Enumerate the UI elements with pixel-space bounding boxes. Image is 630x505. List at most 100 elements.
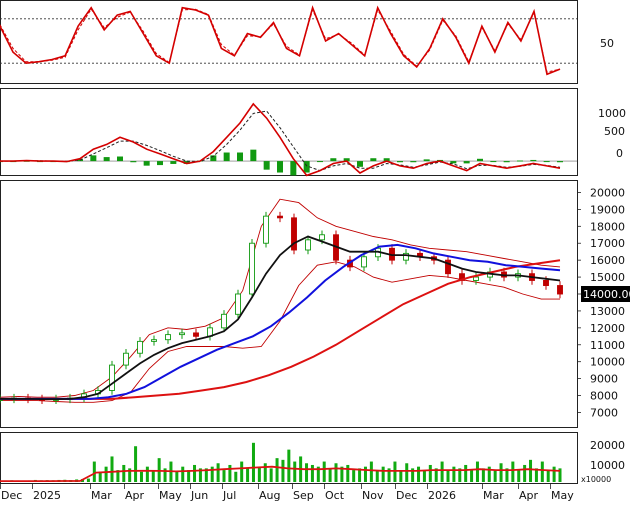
price-panel <box>0 198 563 404</box>
x-axis-label: Sep <box>293 489 314 502</box>
macd-panel-frame <box>0 88 578 176</box>
price-tick-label: 20000 <box>590 187 625 200</box>
volume-bar <box>381 466 385 482</box>
candle-body <box>193 332 199 337</box>
macd-histogram-bar <box>423 159 430 162</box>
macd-histogram-bar <box>557 161 563 163</box>
price-tick-labels: 2000019000180001700016000150001400013000… <box>577 187 625 420</box>
oscillator-panel <box>0 5 577 76</box>
volume-bar <box>122 464 126 482</box>
volume-bar <box>246 468 250 482</box>
candle-body <box>249 242 255 295</box>
volume-bar <box>216 463 220 482</box>
volume-bar <box>475 461 479 482</box>
volume-bar <box>446 470 450 482</box>
volume-bar <box>228 464 232 482</box>
oscillator-tick-label: 50 <box>600 37 614 50</box>
candle-body <box>543 280 549 286</box>
price-tick-label: 16000 <box>590 254 625 267</box>
last-price-tag: 14000.00 <box>581 286 630 302</box>
volume-bar <box>540 461 544 482</box>
panel-frames <box>0 0 578 484</box>
candle-body <box>137 340 143 354</box>
volume-bar <box>92 461 96 482</box>
volume-bar <box>499 463 503 482</box>
macd-histogram-bar <box>290 161 297 176</box>
x-axis-label: May <box>159 489 182 502</box>
volume-bar <box>240 461 244 482</box>
candle-body <box>473 276 479 281</box>
candle-body <box>179 332 185 336</box>
candle-body <box>165 334 171 341</box>
x-axis-label: Apr <box>519 489 539 502</box>
macd-histogram-bar <box>463 161 470 164</box>
macd-histogram-bar <box>103 157 110 162</box>
moving-average-blue <box>0 243 561 400</box>
price-tick-label: 12000 <box>590 322 625 335</box>
volume-bar <box>287 449 291 482</box>
volume-bar <box>145 466 149 482</box>
volume-bar <box>552 466 556 482</box>
x-axis-label: Nov <box>362 489 384 502</box>
price-tick-label: 15000 <box>590 271 625 284</box>
volume-bar <box>222 470 226 482</box>
x-axis-label: 2026 <box>428 489 456 502</box>
volume-bar <box>334 463 338 482</box>
macd-histogram-bar <box>237 152 243 162</box>
volume-bar <box>399 470 403 482</box>
macd-histogram-bar <box>530 159 537 162</box>
macd-histogram-bar <box>503 161 510 163</box>
x-axis-label: Aug <box>259 489 280 502</box>
macd-histogram-bar <box>397 161 403 163</box>
stock-chart: 50 1000 500 0 20000 19000 18000 17000 16000 1… <box>0 0 630 505</box>
macd-tick-label: 1000 <box>598 107 626 120</box>
volume-bar <box>523 464 527 482</box>
volume-bar <box>310 464 314 482</box>
macd-histogram-bar <box>477 158 483 162</box>
macd-tick-label: 0 <box>616 147 623 160</box>
x-axis-label: Dec <box>1 489 22 502</box>
macd-histogram-bar <box>130 161 137 163</box>
macd-histogram-bar <box>490 161 497 163</box>
volume-bar <box>529 459 533 482</box>
volume-bar <box>251 442 255 482</box>
macd-histogram-bar <box>117 156 123 162</box>
price-tick-label: 11000 <box>590 339 625 352</box>
x-axis-labels: Dec 2025 Mar Apr May Jun Jul Aug Sep Oct Nov Dec 202… <box>0 484 574 502</box>
volume-bar <box>375 470 379 482</box>
macd-histogram-bar <box>330 158 337 162</box>
volume-bar <box>369 461 373 482</box>
candle-body <box>123 352 129 366</box>
macd-histogram-bar <box>450 161 457 164</box>
chart-canvas: 50 1000 500 0 20000 19000 18000 17000 16000 1… <box>0 0 630 502</box>
volume-bar <box>193 464 197 482</box>
volume-bar <box>405 463 409 482</box>
candle-body <box>305 239 311 251</box>
candle-body <box>263 215 269 244</box>
macd-histogram-bar <box>370 158 377 162</box>
volume-bar <box>181 466 185 482</box>
volume-bar <box>305 463 309 482</box>
volume-bar <box>139 471 143 482</box>
volume-bar <box>546 470 550 482</box>
volume-bar <box>234 471 238 482</box>
candle-body <box>151 339 157 342</box>
price-tick-label: 19000 <box>590 203 625 216</box>
volume-bar <box>257 466 261 482</box>
x-axis-label: Dec <box>396 489 417 502</box>
macd-histogram-bar <box>410 161 417 163</box>
price-tick-label: 9000 <box>590 373 618 386</box>
x-axis-label: Oct <box>325 489 345 502</box>
macd-histogram-bar <box>277 161 283 173</box>
volume-bar <box>428 464 432 482</box>
macd-histogram-bar <box>90 155 97 162</box>
volume-bar <box>110 456 114 482</box>
volume-bar <box>175 471 179 482</box>
price-tick-label: 13000 <box>590 305 625 318</box>
volume-bar <box>346 464 350 482</box>
x-axis-label: 2025 <box>33 489 61 502</box>
macd-histogram-bar <box>143 161 150 166</box>
volume-bar <box>86 478 90 482</box>
x-axis-label: Mar <box>91 489 112 502</box>
candle-body <box>109 364 115 391</box>
